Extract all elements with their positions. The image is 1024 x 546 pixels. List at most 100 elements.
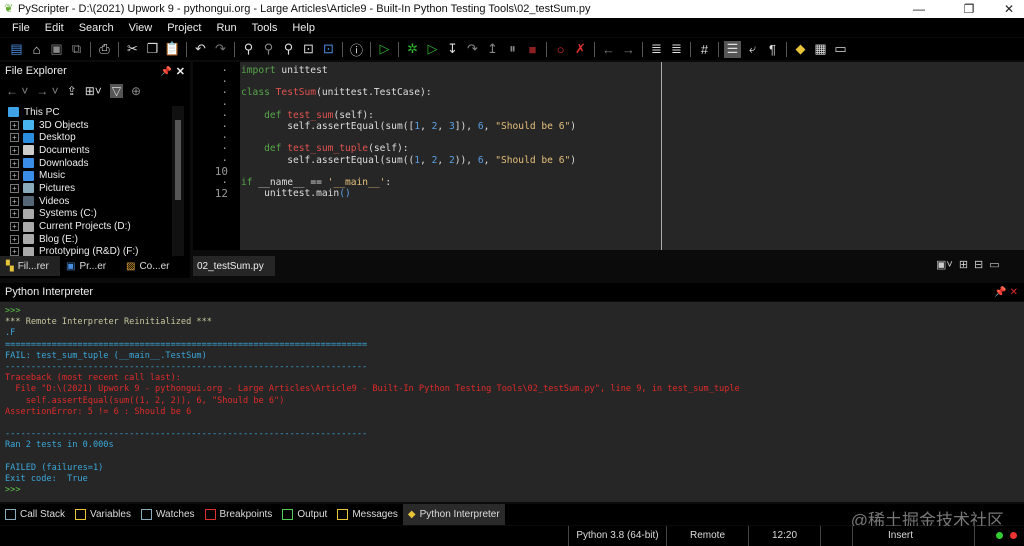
debug-icon[interactable]: ✲ [404, 41, 421, 58]
new-tab-icon[interactable]: ⊞ [959, 258, 968, 271]
pause-icon[interactable]: ⏸ [504, 41, 521, 58]
menu-tools[interactable]: Tools [252, 22, 278, 34]
tab-file-explorer[interactable]: ▚ Fil...rer [0, 256, 60, 276]
print-icon[interactable]: ⎙ [96, 41, 113, 58]
editor-options-icon[interactable]: ▣˅ [936, 258, 953, 271]
expand-icon[interactable]: + [10, 183, 19, 193]
tree-item[interactable]: + Systems (C:) [4, 208, 172, 221]
python-icon[interactable]: ◆ [792, 41, 809, 58]
filter-icon[interactable]: ▽ [109, 84, 124, 98]
find-in-files-icon[interactable]: ⊡ [300, 41, 317, 58]
editor-tab-02-testsum[interactable]: 02_testSum.py [193, 256, 275, 276]
menu-help[interactable]: Help [292, 22, 315, 34]
clear-breakpoints-icon[interactable]: ✗ [572, 41, 589, 58]
save-icon[interactable]: ▣ [48, 41, 65, 58]
expand-icon[interactable]: + [10, 171, 19, 181]
copy-icon[interactable]: ❐ [144, 41, 161, 58]
tab-project-explorer[interactable]: ▣ Pr...er [60, 256, 120, 276]
search-window-icon[interactable]: ⊡ [320, 41, 337, 58]
undo-icon[interactable]: ↶ [192, 41, 209, 58]
search-icon[interactable]: ⚲ [240, 41, 257, 58]
menu-file[interactable]: File [12, 22, 30, 34]
step-over-icon[interactable]: ↷ [464, 41, 481, 58]
pin-icon[interactable]: 📌 [161, 66, 172, 77]
expand-icon[interactable]: + [10, 145, 19, 155]
tree-item[interactable]: + Current Projects (D:) [4, 220, 172, 233]
tree-item[interactable]: + Documents [4, 144, 172, 157]
expand-icon[interactable]: + [10, 209, 19, 219]
cut-icon[interactable]: ✂ [124, 41, 141, 58]
tree-item[interactable]: +3D Objects [4, 119, 172, 132]
expand-icon[interactable]: + [10, 120, 19, 130]
run-icon[interactable]: ▷ [376, 41, 393, 58]
expand-icon[interactable]: + [10, 234, 19, 244]
status-engine[interactable]: Remote [666, 526, 748, 546]
minimize-button[interactable]: — [904, 0, 934, 18]
step-into-icon[interactable]: ↧ [444, 41, 461, 58]
new-folder-icon[interactable]: ⊕ [131, 84, 141, 98]
tab-python-interpreter[interactable]: ◆ Python Interpreter [402, 504, 505, 525]
maximize-button[interactable]: ❐ [954, 0, 984, 18]
tree-item[interactable]: + Pictures [4, 182, 172, 195]
show-special-chars-icon[interactable]: ¶ [764, 41, 781, 58]
menu-run[interactable]: Run [216, 22, 236, 34]
step-out-icon[interactable]: ↥ [484, 41, 501, 58]
run-to-cursor-icon[interactable]: ▷ [424, 41, 441, 58]
tree-item[interactable]: + Desktop [4, 131, 172, 144]
tab-breakpoints[interactable]: Breakpoints [200, 504, 278, 525]
browse-folder-icon[interactable]: ⇪ [67, 84, 77, 98]
code-editor[interactable]: · · · · · · · · · 10 · 12 import unittes… [193, 62, 1024, 250]
paste-icon[interactable]: 📋 [164, 41, 181, 58]
tree-item[interactable]: + Blog (E:) [4, 233, 172, 246]
split-icon[interactable]: ⊟ [974, 258, 983, 271]
menu-project[interactable]: Project [167, 22, 201, 34]
expand-icon[interactable]: + [10, 158, 19, 168]
interpreter-console[interactable]: >>> *** Remote Interpreter Reinitialized … [0, 302, 1024, 502]
forward-icon[interactable]: → ˅ [36, 84, 58, 98]
tab-watches[interactable]: Watches [136, 504, 200, 525]
menu-view[interactable]: View [129, 22, 153, 34]
forward-icon[interactable]: → [620, 41, 637, 58]
tab-call-stack[interactable]: Call Stack [0, 504, 70, 525]
tree-item[interactable]: This PC [4, 106, 172, 119]
stop-icon[interactable]: ■ [524, 41, 541, 58]
tab-variables[interactable]: Variables [70, 504, 136, 525]
tree-item[interactable]: + Prototyping (R&D) (F:) [4, 246, 172, 256]
close-editor-icon[interactable]: ▭ [989, 258, 999, 271]
expand-icon[interactable]: + [10, 133, 19, 143]
layout-icon[interactable]: ▦ [812, 41, 829, 58]
status-python-version[interactable]: Python 3.8 (64-bit) [568, 526, 666, 546]
expand-icon[interactable]: + [10, 196, 19, 206]
indent-icon[interactable]: ≣ [648, 41, 665, 58]
layouts-dropdown-icon[interactable]: ▭ [832, 41, 849, 58]
new-file-icon[interactable]: ▤ [8, 41, 25, 58]
tree-view-icon[interactable]: ⊞˅ [85, 84, 102, 98]
expand-icon[interactable]: + [10, 247, 19, 256]
tree-item[interactable]: + Videos [4, 195, 172, 208]
expand-icon[interactable]: + [10, 222, 19, 232]
tab-messages[interactable]: Messages [332, 504, 403, 525]
menu-search[interactable]: Search [79, 22, 114, 34]
find-next-icon[interactable]: ⚲ [260, 41, 277, 58]
line-numbers-icon[interactable]: ☰ [724, 40, 741, 58]
back-icon[interactable]: ← [600, 41, 617, 58]
back-icon[interactable]: ← ˅ [6, 84, 28, 98]
tab-output[interactable]: Output [277, 504, 332, 525]
open-icon[interactable]: ⌂ [28, 41, 45, 58]
redo-icon[interactable]: ↷ [212, 41, 229, 58]
menu-edit[interactable]: Edit [45, 22, 64, 34]
close-button[interactable]: ✕ [994, 0, 1024, 18]
tree-scrollbar[interactable] [172, 106, 184, 256]
tree-item[interactable]: + Downloads [4, 157, 172, 170]
code-content[interactable]: import unittest class TestSum(unittest.Te… [241, 65, 576, 199]
comment-icon[interactable]: # [696, 41, 713, 58]
tab-code-explorer[interactable]: ▨ Co...er [120, 256, 180, 276]
word-wrap-icon[interactable]: ⤶ [744, 41, 761, 58]
breakpoint-icon[interactable]: ○ [552, 41, 569, 58]
dedent-icon[interactable]: ≣ [668, 41, 685, 58]
info-icon[interactable]: ⓘ [348, 41, 365, 58]
replace-icon[interactable]: ⚲ [280, 41, 297, 58]
pin-close-icons[interactable]: 📌 ✕ [994, 287, 1018, 298]
tree-item[interactable]: + Music [4, 169, 172, 182]
close-panel-icon[interactable]: ✕ [176, 65, 185, 78]
